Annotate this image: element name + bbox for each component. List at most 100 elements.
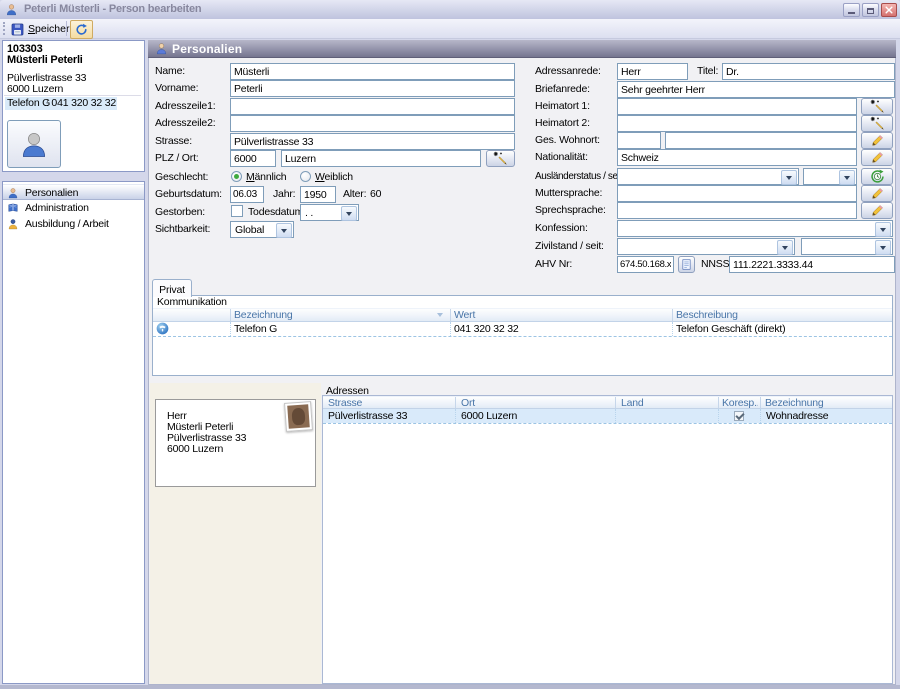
column-header-beschreibung[interactable]: Beschreibung	[676, 309, 886, 321]
auslaenderstatus-label: Ausländerstatus / seit:	[535, 170, 624, 183]
heimatort2-input[interactable]	[617, 115, 857, 132]
koresp-checkbox[interactable]	[734, 411, 744, 421]
sidebar-item-label: Personalien	[25, 187, 78, 200]
auslaenderstatus-history-button[interactable]	[861, 168, 893, 185]
ahv-lookup-button[interactable]	[678, 256, 695, 273]
avatar-button[interactable]	[7, 120, 61, 168]
ges-wohnort-ort-input[interactable]	[665, 132, 857, 149]
cell-strasse: Pülverlistrasse 33	[328, 410, 407, 423]
ahv-input[interactable]	[617, 256, 674, 273]
pencil-icon	[870, 133, 885, 148]
sidebar-item-personalien[interactable]: Personalien	[3, 184, 144, 200]
column-header-wert[interactable]: Wert	[454, 309, 664, 321]
wand-icon	[870, 116, 885, 131]
konfession-label: Konfession:	[535, 222, 588, 235]
row-separator	[230, 322, 231, 336]
column-separator	[615, 397, 616, 408]
weiblich-radio[interactable]	[300, 171, 311, 182]
ges-wohnort-plz-input[interactable]	[617, 132, 661, 149]
muttersprache-input[interactable]	[617, 185, 857, 202]
name-input[interactable]	[230, 63, 515, 80]
sichtbarkeit-combo[interactable]: Global	[230, 221, 294, 238]
row-separator	[760, 409, 761, 423]
adressanrede-input[interactable]	[617, 63, 688, 80]
plz-input[interactable]	[230, 150, 276, 167]
briefanrede-input[interactable]	[617, 81, 895, 98]
jahr-input[interactable]	[300, 186, 336, 203]
chevron-down-icon	[875, 222, 891, 237]
section-header-title: Personalien	[172, 43, 242, 56]
refresh-button[interactable]	[70, 20, 93, 39]
tab-privat-label: Privat	[159, 284, 185, 296]
nationalitaet-input[interactable]	[617, 149, 857, 166]
sort-arrow-icon	[437, 313, 443, 317]
sidebar-item-administration[interactable]: Administration	[3, 200, 144, 216]
heimatort1-input[interactable]	[617, 98, 857, 115]
nationalitaet-edit-button[interactable]	[861, 149, 893, 166]
restore-icon	[867, 8, 874, 14]
zivilstand-seit-combo[interactable]	[801, 238, 893, 255]
plz-lookup-button[interactable]	[486, 150, 515, 167]
geburtsdatum-input[interactable]	[230, 186, 264, 203]
auslaenderstatus-combo[interactable]	[617, 168, 799, 185]
close-button[interactable]	[881, 3, 897, 17]
pencil-icon	[870, 186, 885, 201]
window-person-icon	[5, 3, 18, 16]
gestorben-checkbox[interactable]	[231, 205, 243, 217]
header-person-icon	[155, 42, 168, 60]
maennlich-radio-label: Männlich	[246, 171, 286, 184]
titel-input[interactable]	[722, 63, 895, 80]
toolbar-grip	[3, 22, 5, 35]
column-header-bezeichnung[interactable]: Bezeichnung	[234, 309, 430, 321]
adress-preview-card: Herr Müsterli Peterli Pülverlistrasse 33…	[155, 399, 316, 487]
sprechsprache-edit-button[interactable]	[861, 202, 893, 219]
sidebar-item-label: Administration	[25, 202, 89, 215]
muttersprache-edit-button[interactable]	[861, 185, 893, 202]
adressen-row[interactable]: Pülverlistrasse 33 6000 Luzern Wohnadres…	[323, 409, 892, 423]
adressen-table	[322, 395, 893, 684]
document-icon	[681, 259, 692, 270]
adresszeile2-input[interactable]	[230, 115, 515, 132]
jahr-label: Jahr:	[273, 188, 295, 201]
floppy-icon	[11, 23, 24, 36]
weiblich-radio-label: Weiblich	[315, 171, 353, 184]
column-header-strasse[interactable]: Strasse	[328, 397, 450, 409]
maennlich-radio[interactable]	[231, 171, 242, 182]
column-header-ort[interactable]: Ort	[461, 397, 609, 409]
stamp-icon	[284, 401, 313, 432]
adresszeile1-input[interactable]	[230, 98, 515, 115]
column-header-bezeichnung[interactable]: Bezeichnung	[765, 397, 889, 409]
minimize-button[interactable]	[843, 3, 860, 17]
zivilstand-combo[interactable]	[617, 238, 795, 255]
ges-wohnort-edit-button[interactable]	[861, 132, 893, 149]
chevron-down-icon	[839, 170, 855, 185]
heimatort1-lookup-button[interactable]	[861, 98, 893, 115]
geburtsdatum-label: Geburtsdatum:	[155, 188, 222, 201]
sprechsprache-input[interactable]	[617, 202, 857, 219]
cell-bezeichnung: Telefon G	[234, 323, 277, 336]
strasse-input[interactable]	[230, 133, 515, 150]
window-frame-bottom	[0, 685, 900, 689]
ort-input[interactable]	[281, 150, 481, 167]
kommunikation-row[interactable]: Telefon G 041 320 32 32 Telefon Geschäft…	[153, 322, 892, 336]
minimize-icon	[848, 12, 855, 14]
chevron-down-icon	[781, 170, 797, 185]
adresszeile2-label: Adresszeile2:	[155, 117, 215, 130]
column-header-land[interactable]: Land	[621, 397, 713, 409]
nnss-input[interactable]	[729, 256, 895, 273]
avatar-person-icon	[19, 129, 49, 159]
column-header-koresp[interactable]: Koresp...	[722, 397, 758, 409]
sidebar-item-label: Ausbildung / Arbeit	[25, 218, 109, 231]
auslaenderstatus-seit-combo[interactable]	[803, 168, 857, 185]
alter-value: 60	[370, 188, 381, 201]
vorname-input[interactable]	[230, 80, 515, 97]
chevron-down-icon	[276, 223, 292, 238]
tab-privat[interactable]: Privat	[152, 279, 192, 297]
konfession-combo[interactable]	[617, 220, 893, 237]
heimatort2-lookup-button[interactable]	[861, 115, 893, 132]
todesdatum-combo[interactable]: . .	[300, 204, 359, 221]
sidebar-item-ausbildung[interactable]: Ausbildung / Arbeit	[3, 216, 144, 232]
save-button[interactable]: Speichern	[8, 21, 78, 37]
restore-button[interactable]	[862, 3, 879, 17]
toolbar	[0, 19, 900, 39]
